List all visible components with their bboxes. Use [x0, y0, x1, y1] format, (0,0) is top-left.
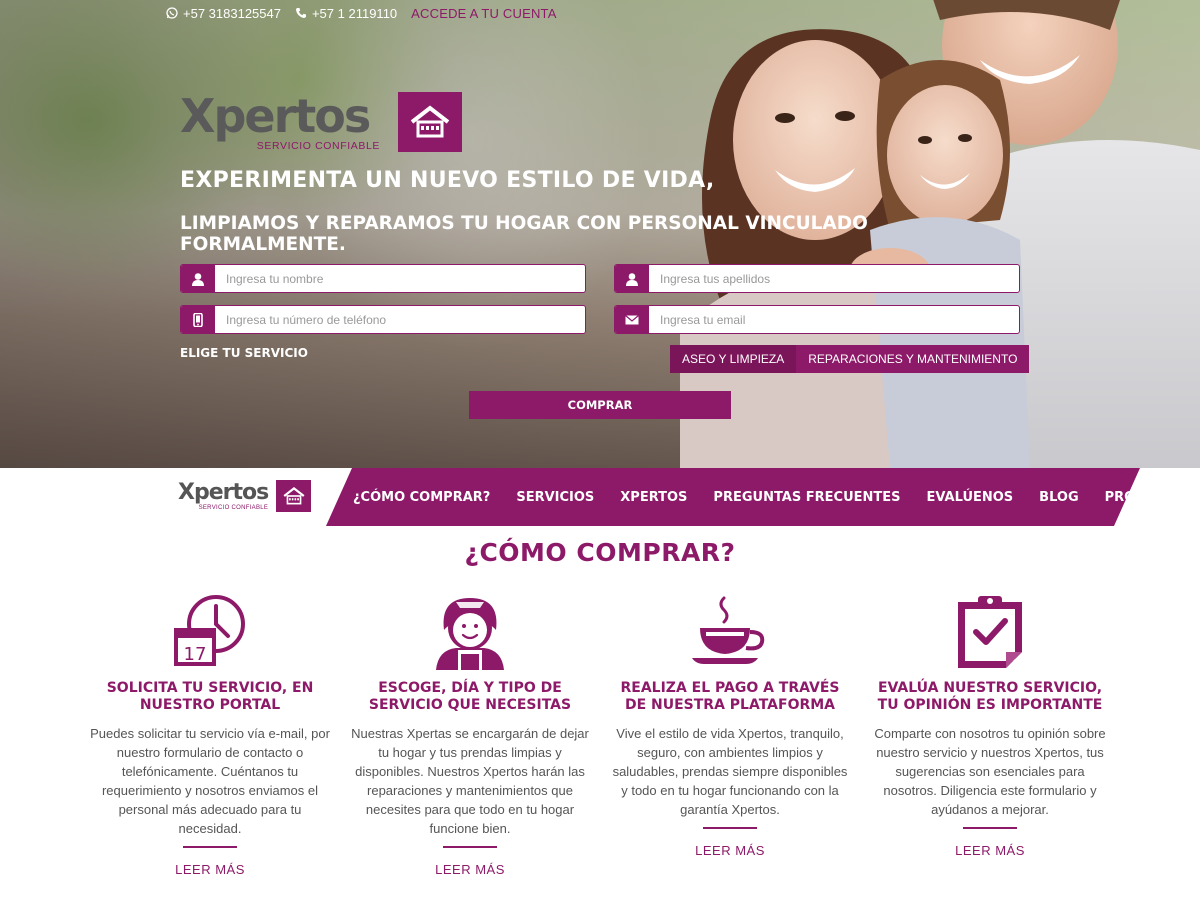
- buy-button[interactable]: COMPRAR: [469, 391, 731, 419]
- email-input[interactable]: [649, 306, 1019, 333]
- whatsapp-icon: [166, 7, 178, 19]
- nav-item-blog[interactable]: BLOG: [1039, 490, 1078, 505]
- step-title: EVALÚA NUESTRO SERVICIO, TU OPINIÓN ES I…: [877, 680, 1103, 713]
- step-card-choose: ESCOGE, DÍA Y TIPO DE SERVICIO QUE NECES…: [350, 594, 590, 879]
- hero-subheadline: LIMPIAMOS Y REPARAMOS TU HOGAR CON PERSO…: [180, 213, 868, 255]
- nav-logo[interactable]: Xpertos SERVICIO CONFIABLE: [178, 480, 312, 512]
- service-option-cleaning[interactable]: ASEO Y LIMPIEZA: [670, 345, 797, 373]
- nav-item-evaluenos[interactable]: EVALÚENOS: [927, 490, 1014, 505]
- phone-input[interactable]: [215, 306, 585, 333]
- nav-logo-wordmark: Xpertos: [178, 480, 269, 505]
- nav-item-preguntas-frecuentes[interactable]: PREGUNTAS FRECUENTES: [713, 490, 900, 505]
- xpertos-logo[interactable]: Xpertos SERVICIO CONFIABLE: [180, 92, 462, 154]
- step-card-request: 17 SOLICITA TU SERVICIO, EN NUESTRO PORT…: [90, 594, 330, 879]
- divider: [443, 846, 497, 848]
- service-option-repairs[interactable]: REPARACIONES Y MANTENIMIENTO: [796, 345, 1030, 373]
- house-logo-icon: [398, 92, 462, 152]
- nav-item-xpertos[interactable]: XPERTOS: [620, 490, 687, 505]
- logo-wordmark: Xpertos: [180, 89, 371, 143]
- step-text: Puedes solicitar tu servicio vía e-mail,…: [90, 726, 330, 836]
- house-logo-icon: [276, 480, 312, 512]
- phone-contact[interactable]: +57 1 2119110: [295, 6, 397, 21]
- phone-number: +57 1 2119110: [311, 5, 398, 21]
- step-text: Nuestras Xpertas se encargarán de dejar …: [351, 726, 589, 836]
- account-link[interactable]: ACCEDE A TU CUENTA: [411, 6, 556, 21]
- step-card-evaluate: EVALÚA NUESTRO SERVICIO, TU OPINIÓN ES I…: [870, 594, 1110, 860]
- nav-logo-tagline: SERVICIO CONFIABLE: [198, 505, 269, 511]
- email-field[interactable]: [614, 305, 1020, 334]
- checklist-clipboard-icon: [958, 596, 1022, 668]
- read-more-link[interactable]: LEER MÁS: [435, 862, 505, 877]
- coffee-cup-icon: [692, 596, 765, 664]
- calendar-day: 17: [184, 644, 207, 665]
- contact-bar: +57 3183125547 +57 1 2119110 ACCEDE A TU…: [166, 4, 557, 22]
- read-more-link[interactable]: LEER MÁS: [955, 843, 1025, 858]
- lastname-input[interactable]: [649, 265, 1019, 292]
- divider: [703, 827, 757, 829]
- mobile-phone-icon: [181, 306, 215, 333]
- divider: [183, 846, 237, 848]
- hero-banner: +57 3183125547 +57 1 2119110 ACCEDE A TU…: [0, 0, 1200, 468]
- lastname-field[interactable]: [614, 264, 1020, 293]
- nav-item-promos[interactable]: PROMOS: [1105, 490, 1169, 505]
- read-more-link[interactable]: LEER MÁS: [175, 862, 245, 877]
- step-title: REALIZA EL PAGO A TRAVÉS DE NUESTRA PLAT…: [620, 680, 840, 713]
- divider: [963, 827, 1017, 829]
- envelope-icon: [615, 306, 649, 333]
- name-field[interactable]: [180, 264, 586, 293]
- phone-field[interactable]: [180, 305, 586, 334]
- whatsapp-number: +57 3183125547: [183, 5, 281, 21]
- phone-icon: [295, 8, 306, 18]
- nav-item-servicios[interactable]: SERVICIOS: [516, 490, 594, 505]
- whatsapp-contact[interactable]: +57 3183125547: [166, 6, 281, 21]
- step-text: Vive el estilo de vida Xpertos, tranquil…: [612, 726, 848, 817]
- step-title: SOLICITA TU SERVICIO, EN NUESTRO PORTAL: [106, 680, 314, 713]
- name-input[interactable]: [215, 265, 585, 292]
- main-nav: ¿CÓMO COMPRAR? SERVICIOS XPERTOS PREGUNT…: [340, 468, 1182, 526]
- step-card-pay: REALIZA EL PAGO A TRAVÉS DE NUESTRA PLAT…: [610, 594, 850, 860]
- calendar-clock-icon: 17: [174, 595, 245, 666]
- user-icon: [181, 265, 215, 292]
- hero-headline: EXPERIMENTA UN NUEVO ESTILO DE VIDA,: [180, 168, 715, 193]
- service-selector: ASEO Y LIMPIEZA REPARACIONES Y MANTENIMI…: [670, 345, 1030, 373]
- step-title: ESCOGE, DÍA Y TIPO DE SERVICIO QUE NECES…: [368, 680, 572, 713]
- nav-item-como-comprar[interactable]: ¿CÓMO COMPRAR?: [353, 490, 490, 505]
- logo-tagline: SERVICIO CONFIABLE: [256, 140, 380, 152]
- user-icon: [615, 265, 649, 292]
- read-more-link[interactable]: LEER MÁS: [695, 843, 765, 858]
- service-label: ELIGE TU SERVICIO: [180, 346, 308, 360]
- step-text: Comparte con nosotros tu opinión sobre n…: [874, 726, 1106, 817]
- housekeeper-icon: [436, 598, 504, 670]
- how-to-buy-title: ¿CÓMO COMPRAR?: [464, 538, 736, 567]
